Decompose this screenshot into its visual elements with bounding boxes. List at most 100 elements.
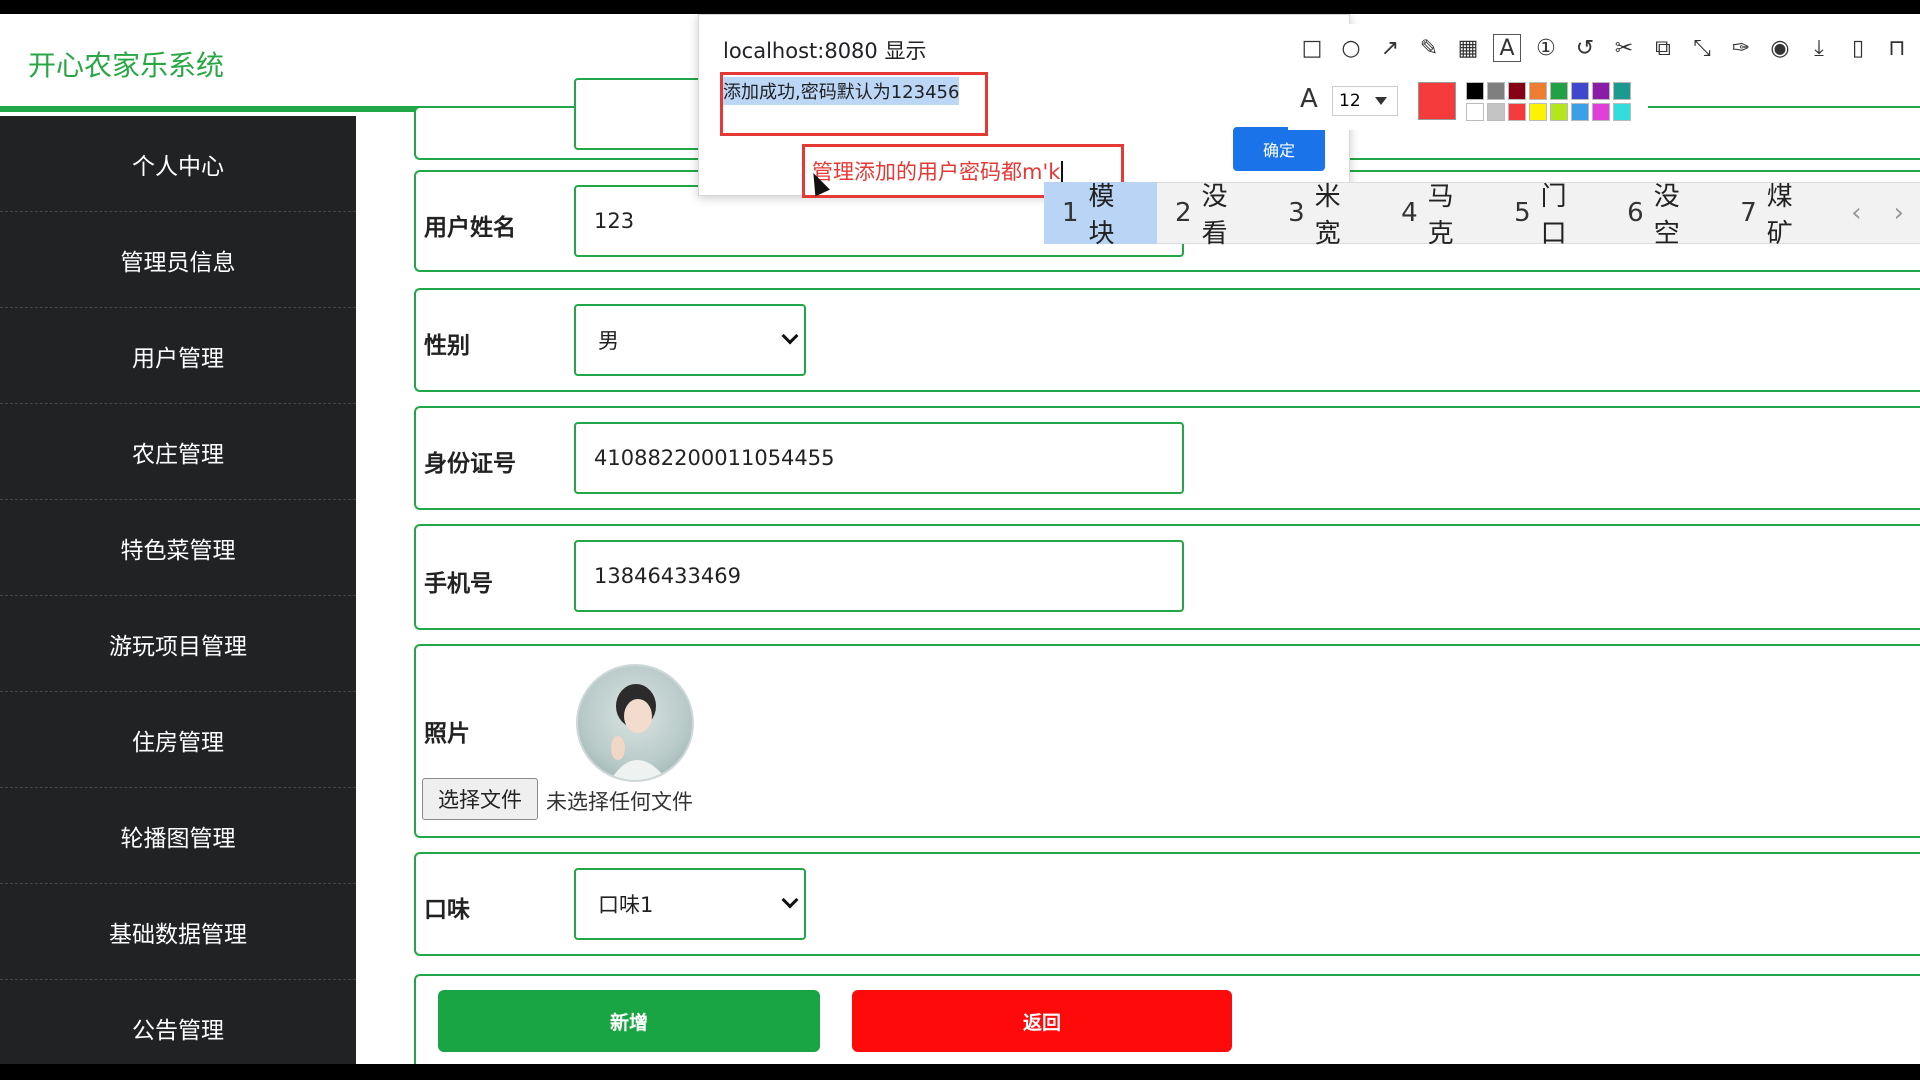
browser-viewport: 开心农家乐系统 个人中心 管理员信息 用户管理 农庄管理 特色菜管理 游玩项目管… — [0, 14, 1920, 1064]
phone-input[interactable]: 13846433469 — [574, 540, 1184, 612]
ime-candidate-text: 没看 — [1201, 182, 1228, 249]
ime-candidate-number: 7 — [1740, 198, 1757, 228]
chevron-down-icon — [1375, 97, 1387, 105]
file-status: 未选择任何文件 — [546, 790, 693, 814]
ime-candidate-text: 门口 — [1540, 182, 1567, 249]
sidebar-item-farm-management[interactable]: 农庄管理 — [0, 404, 356, 500]
ime-candidate[interactable]: 6 没空 — [1609, 182, 1722, 249]
choose-file-button[interactable]: 选择文件 — [422, 778, 538, 820]
back-button[interactable]: 返回 — [852, 990, 1232, 1052]
text-icon[interactable]: A — [1493, 34, 1521, 62]
ime-candidate[interactable]: 3 米宽 — [1270, 182, 1383, 249]
form-area: 用户姓名 123 性别 男 身份证号 410882200011054455 手机… — [356, 78, 1920, 1064]
photo-preview — [576, 664, 694, 782]
mosaic-icon[interactable]: ▦ — [1454, 34, 1482, 62]
ime-candidate-number: 3 — [1288, 198, 1305, 228]
ime-candidate[interactable]: 1 模块 — [1044, 182, 1158, 249]
color-swatch[interactable] — [1571, 103, 1589, 121]
translate-icon[interactable]: ⧉ — [1649, 34, 1677, 62]
sidebar-item-dish-management[interactable]: 特色菜管理 — [0, 500, 356, 596]
chevron-down-icon — [781, 327, 799, 345]
chevron-down-icon — [781, 891, 799, 909]
ime-candidate[interactable]: 5 门口 — [1496, 182, 1609, 249]
sidebar-item-admin-info[interactable]: 管理员信息 — [0, 212, 356, 308]
undo-icon[interactable]: ↺ — [1571, 34, 1599, 62]
color-swatch[interactable] — [1571, 82, 1589, 100]
ime-candidate-number: 4 — [1401, 198, 1418, 228]
download-icon[interactable]: ⤓ — [1805, 34, 1833, 62]
color-swatch[interactable] — [1529, 82, 1547, 100]
color-swatch[interactable] — [1613, 103, 1631, 121]
app-brand[interactable]: 开心农家乐系统 — [28, 44, 224, 84]
dialog-ok-button[interactable]: 确定 — [1233, 127, 1325, 171]
id-number-input[interactable]: 410882200011054455 — [574, 422, 1184, 494]
number-icon[interactable]: ① — [1532, 34, 1560, 62]
color-swatch[interactable] — [1466, 82, 1484, 100]
ime-next-page-icon[interactable]: › — [1878, 198, 1920, 228]
color-swatch[interactable] — [1592, 82, 1610, 100]
text-style-bar: A 12 — [1288, 72, 1648, 130]
color-palette — [1466, 82, 1631, 121]
form-row-phone: 手机号 13846433469 — [414, 524, 1920, 630]
form-row-photo: 照片 选择文件 未选择任何文件 — [414, 644, 1920, 838]
ime-candidate-text: 没空 — [1653, 182, 1680, 249]
pencil-icon[interactable]: ✎ — [1415, 34, 1443, 62]
gender-select-value: 男 — [598, 329, 619, 353]
dialog-title: localhost:8080 显示 — [723, 39, 927, 63]
gender-label: 性别 — [424, 333, 470, 359]
current-color-swatch[interactable] — [1418, 82, 1456, 120]
sidebar-item-user-management[interactable]: 用户管理 — [0, 308, 356, 404]
color-swatch[interactable] — [1550, 103, 1568, 121]
gender-select[interactable]: 男 — [574, 304, 806, 376]
color-swatch[interactable] — [1550, 82, 1568, 100]
rectangle-icon[interactable]: □ — [1298, 34, 1326, 62]
name-label: 用户姓名 — [424, 215, 516, 241]
sidebar: 个人中心 管理员信息 用户管理 农庄管理 特色菜管理 游玩项目管理 住房管理 轮… — [0, 116, 356, 1064]
bookmark-icon[interactable]: ⊓ — [1883, 34, 1911, 62]
pin-icon[interactable]: ✑ — [1727, 34, 1755, 62]
ime-candidate-number: 1 — [1062, 198, 1079, 228]
taste-select[interactable]: 口味1 — [574, 868, 806, 940]
sidebar-item-personal-center[interactable]: 个人中心 — [0, 116, 356, 212]
sidebar-item-base-data-management[interactable]: 基础数据管理 — [0, 884, 356, 980]
photo-label: 照片 — [424, 721, 470, 747]
ime-candidate-text: 煤矿 — [1766, 182, 1793, 249]
record-icon[interactable]: ◉ — [1766, 34, 1794, 62]
add-button[interactable]: 新增 — [438, 990, 820, 1052]
phone-label: 手机号 — [424, 571, 493, 597]
ime-prev-page-icon[interactable]: ‹ — [1835, 198, 1877, 228]
form-row-taste: 口味 口味1 — [414, 852, 1920, 956]
long-screenshot-icon[interactable]: ⤡ — [1688, 34, 1716, 62]
sidebar-item-notice-management[interactable]: 公告管理 — [0, 980, 356, 1064]
form-row-actions: 新增 返回 — [414, 974, 1920, 1064]
sidebar-item-carousel-management[interactable]: 轮播图管理 — [0, 788, 356, 884]
color-swatch[interactable] — [1466, 103, 1484, 121]
font-size-select[interactable]: 12 — [1332, 86, 1398, 116]
sidebar-item-housing-management[interactable]: 住房管理 — [0, 692, 356, 788]
color-swatch[interactable] — [1487, 103, 1505, 121]
annotation-text[interactable]: 管理添加的用户密码都m'k — [812, 156, 1064, 186]
cut-icon[interactable]: ✂ — [1610, 34, 1638, 62]
ime-candidate[interactable]: 4 马克 — [1383, 182, 1496, 249]
color-swatch[interactable] — [1613, 82, 1631, 100]
ime-candidate-text: 米宽 — [1314, 182, 1341, 249]
color-swatch[interactable] — [1508, 103, 1526, 121]
color-swatch[interactable] — [1592, 103, 1610, 121]
phone-icon[interactable]: ▯ — [1844, 34, 1872, 62]
ime-candidate-text: 模块 — [1088, 182, 1115, 249]
arrow-icon[interactable]: ↗ — [1376, 34, 1404, 62]
ime-candidate[interactable]: 7 煤矿 — [1722, 182, 1835, 249]
color-swatch[interactable] — [1487, 82, 1505, 100]
sidebar-item-activity-management[interactable]: 游玩项目管理 — [0, 596, 356, 692]
taste-label: 口味 — [424, 897, 470, 923]
color-swatch[interactable] — [1529, 103, 1547, 121]
circle-icon[interactable]: ○ — [1337, 34, 1365, 62]
ime-candidate-number: 2 — [1175, 198, 1192, 228]
ime-candidate-number: 6 — [1627, 198, 1644, 228]
ime-candidate-bar: 1 模块 2 没看 3 米宽 4 马克 5 门口 6 没空 7 煤矿 ‹ › — [1044, 182, 1920, 249]
form-row-id-number: 身份证号 410882200011054455 — [414, 406, 1920, 510]
ime-candidate-text: 马克 — [1427, 182, 1454, 249]
ime-candidate[interactable]: 2 没看 — [1157, 182, 1270, 249]
taste-select-value: 口味1 — [598, 893, 654, 917]
color-swatch[interactable] — [1508, 82, 1526, 100]
